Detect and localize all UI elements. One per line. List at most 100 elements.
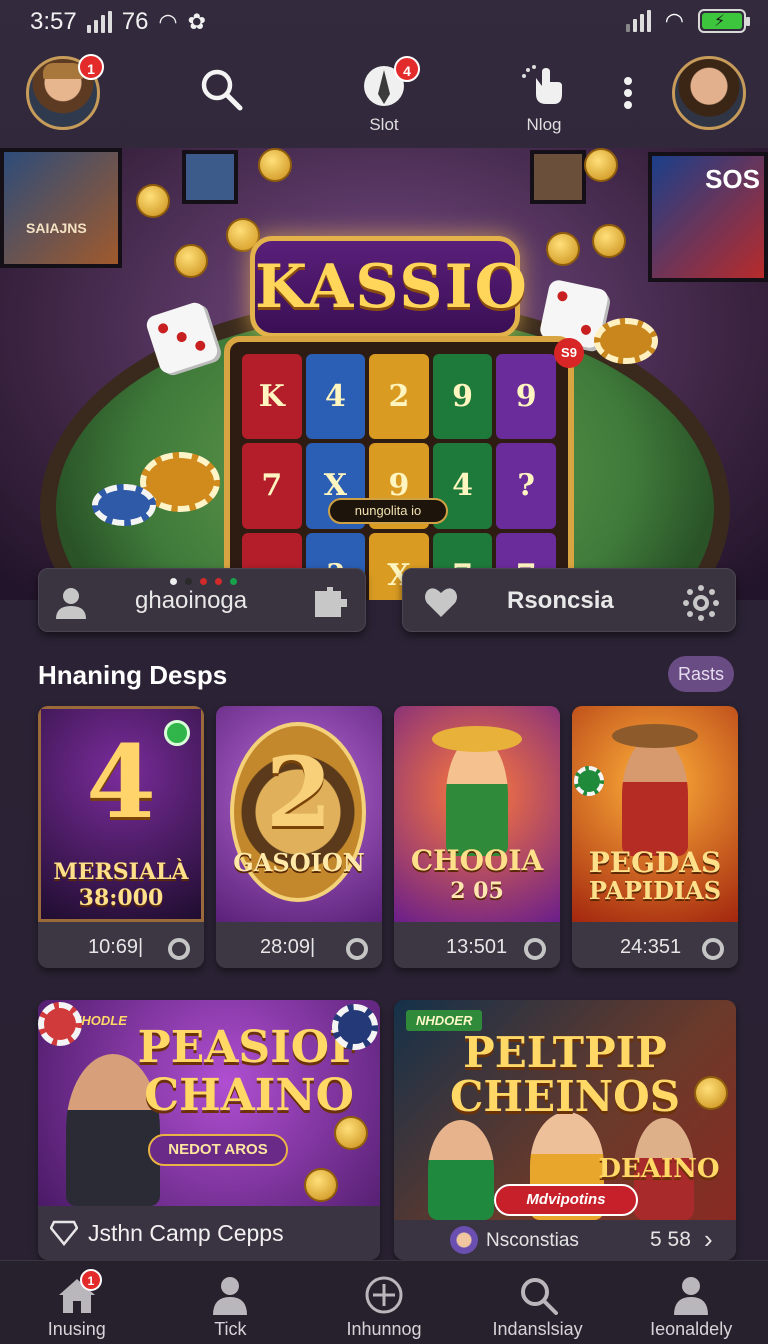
reel-symbol: 4 xyxy=(305,354,366,440)
promo-art: NHDOER PELTPIP CHEINOS DEAINO Mdvipotins xyxy=(394,1000,736,1220)
left-wall-text: SAIAJNS xyxy=(26,220,87,236)
bottom-nav: 1 Inusing Tick Inhunnog Indanslsiay Ieon… xyxy=(0,1260,768,1344)
coin xyxy=(694,1076,728,1110)
profile-notification-badge: 1 xyxy=(78,54,104,80)
right-wall-text: SOS xyxy=(705,164,760,194)
player-figure-1 xyxy=(428,1120,494,1220)
game-card-4[interactable]: PEGDAS PAPIDIAS 24:351 xyxy=(572,706,738,968)
online-indicator-icon xyxy=(164,720,190,746)
tab-tick[interactable]: Tick xyxy=(155,1261,305,1344)
game-card-number: 2 xyxy=(265,736,333,849)
promo-cta-button[interactable]: Mdvipotins xyxy=(494,1184,638,1216)
radio-icon[interactable] xyxy=(524,938,546,960)
tab-profile[interactable]: Ieonaldely xyxy=(616,1261,766,1344)
frame-screen-1 xyxy=(182,150,238,204)
game-card-3[interactable]: CHOOIA 2 05 13:501 xyxy=(394,706,560,968)
radio-icon[interactable] xyxy=(346,938,368,960)
coin xyxy=(136,184,170,218)
radio-icon[interactable] xyxy=(168,938,190,960)
settings-flower-icon: ✿ xyxy=(187,9,207,34)
promo-subtitle: DEAINO xyxy=(598,1154,720,1184)
tab-inhunnog[interactable]: Inhunnog xyxy=(309,1261,459,1344)
promo-footer: Nsconstias 5 58 › xyxy=(394,1220,736,1260)
singer-figure xyxy=(622,736,688,856)
game-card-art: PEGDAS PAPIDIAS xyxy=(572,706,738,922)
game-card-title: MERSIALÀ xyxy=(53,859,189,885)
promo-art: NHODLE PEASIOF CHAINO NEDOT AROS xyxy=(38,1000,380,1206)
slot-label: Slot xyxy=(369,115,399,134)
promo-card-2[interactable]: NHDOER PELTPIP CHEINOS DEAINO Mdvipotins… xyxy=(394,1000,736,1260)
hero-dot[interactable] xyxy=(170,578,177,585)
tab-search[interactable]: Indanslsiay xyxy=(463,1261,613,1344)
hero-dot[interactable] xyxy=(185,578,192,585)
radio-icon[interactable] xyxy=(702,938,724,960)
game-card-1[interactable]: 4 MERSIALÀ 38:000 10:69| xyxy=(38,706,204,968)
plus-circle-icon xyxy=(365,1276,403,1314)
status-time: 3:57 xyxy=(30,8,77,35)
game-card-title: PEGDAS xyxy=(588,846,722,879)
avatar-hat xyxy=(43,63,83,79)
status-bar: 3:57 76 ◠ ✿ ◠ ⚡ xyxy=(0,0,768,44)
reel-symbol: 9 xyxy=(496,354,556,440)
chip-stack-left-blue xyxy=(92,484,156,526)
charging-bolt-icon: ⚡ xyxy=(714,13,726,30)
game-card-2[interactable]: 2 GASOION 28:09| xyxy=(216,706,382,968)
more-menu-button[interactable] xyxy=(616,76,640,115)
promo-footer-avatar xyxy=(450,1226,478,1254)
tap-hand-icon xyxy=(522,65,562,104)
chip-stack-right xyxy=(594,318,658,364)
coin xyxy=(304,1168,338,1202)
top-nav: 1 Slot 4 Nlog xyxy=(0,50,768,140)
promo-footer-count: 5 58 xyxy=(650,1228,691,1251)
promo-headline-2: CHAINO xyxy=(144,1070,354,1121)
game-card-art: CHOOIA 2 05 xyxy=(394,706,560,922)
hero-dot[interactable] xyxy=(200,578,207,585)
hero-dot[interactable] xyxy=(230,578,237,585)
search-icon xyxy=(520,1278,558,1315)
chevron-right-icon[interactable]: › xyxy=(704,1224,713,1255)
machine-plaque: nungolita io xyxy=(328,498,448,524)
coin xyxy=(584,148,618,182)
tab-label: Tick xyxy=(214,1319,247,1339)
frame-screen-2 xyxy=(530,150,586,204)
nlog-button[interactable]: Nlog xyxy=(512,64,576,135)
puzzle-icon xyxy=(315,587,347,617)
heart-map-icon xyxy=(425,588,457,617)
promo-headline: PELTPIP xyxy=(463,1028,667,1077)
wifi-icon: ◠ xyxy=(158,9,178,34)
game-marquee: KASSIO xyxy=(250,236,529,338)
tab-label: Inhunnog xyxy=(346,1319,422,1339)
cowboy-hat xyxy=(432,726,522,752)
hero-pagination-dots xyxy=(170,578,237,585)
battery-icon: ⚡ xyxy=(698,9,750,33)
cowboy-hat xyxy=(612,724,698,748)
account-avatar[interactable] xyxy=(672,56,746,130)
marquee-title: KASSIO xyxy=(255,252,529,322)
quick-action-right[interactable]: Rsoncsia xyxy=(402,568,736,632)
search-icon xyxy=(201,69,243,111)
slot-notification-badge: 4 xyxy=(394,56,420,82)
coin xyxy=(546,232,580,266)
game-card-footer: 13:501 xyxy=(394,928,560,968)
tab-home[interactable]: 1 Inusing xyxy=(2,1261,152,1344)
search-button[interactable] xyxy=(196,66,246,117)
hero-banner[interactable]: SAIAJNS SOS KASSIO K42997X94?SLOO?X77 S9… xyxy=(0,148,768,600)
promo-cta-button[interactable]: NEDOT AROS xyxy=(148,1134,288,1166)
game-card-time: 10:69| xyxy=(88,936,144,958)
signal-icon xyxy=(86,11,112,33)
game-card-subtitle: 2 05 xyxy=(450,878,504,904)
section-see-all-button[interactable]: Rasts xyxy=(668,656,734,692)
coin xyxy=(174,244,208,278)
promo-footer: Jsthn Camp Cepps xyxy=(38,1206,380,1260)
game-card-footer: 10:69| xyxy=(38,928,204,968)
coin xyxy=(334,1116,368,1150)
slot-reels: K42997X94?SLOO?X77 xyxy=(224,336,574,600)
tab-label: Indanslsiay xyxy=(492,1319,583,1339)
hero-dot[interactable] xyxy=(215,578,222,585)
user-silhouette-icon xyxy=(56,588,86,619)
game-card-time: 24:351 xyxy=(620,936,682,958)
reel-badge: S9 xyxy=(554,338,584,368)
person-icon xyxy=(674,1277,709,1315)
right-wall-screen: SOS xyxy=(648,152,768,282)
promo-card-1[interactable]: NHODLE PEASIOF CHAINO NEDOT AROS Jsthn C… xyxy=(38,1000,380,1260)
